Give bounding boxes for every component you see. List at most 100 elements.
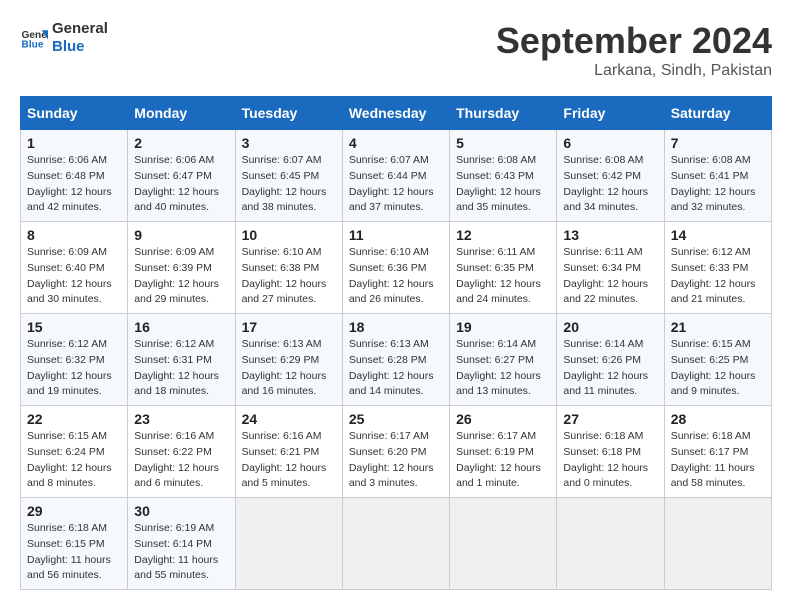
day-number: 5 (456, 135, 550, 151)
day-info: Sunrise: 6:07 AMSunset: 6:45 PMDaylight:… (242, 153, 336, 216)
calendar-cell: 30 Sunrise: 6:19 AMSunset: 6:14 PMDayligh… (128, 498, 235, 590)
calendar-cell: 20Sunrise: 6:14 AMSunset: 6:26 PMDayligh… (557, 314, 664, 406)
day-number: 1 (27, 135, 121, 151)
day-info: Sunrise: 6:16 AMSunset: 6:22 PMDaylight:… (134, 429, 228, 492)
logo-line2: Blue (52, 38, 108, 56)
month-title: September 2024 (496, 20, 772, 62)
calendar-cell: 11 Sunrise: 6:10 AMSunset: 6:36 PMDayligh… (342, 222, 449, 314)
calendar-cell: 28 Sunrise: 6:18 AMSunset: 6:17 PMDayligh… (664, 406, 771, 498)
day-info: Sunrise: 6:13 AMSunset: 6:29 PMDaylight:… (242, 337, 336, 400)
calendar-cell: 8Sunrise: 6:09 AMSunset: 6:40 PMDaylight… (21, 222, 128, 314)
calendar-cell: 6 Sunrise: 6:08 AMSunset: 6:42 PMDaylight… (557, 130, 664, 222)
day-number: 23 (134, 411, 228, 427)
day-number: 26 (456, 411, 550, 427)
day-info: Sunrise: 6:12 AMSunset: 6:32 PMDaylight:… (27, 337, 121, 400)
calendar-week-3: 15 Sunrise: 6:12 AMSunset: 6:32 PMDayligh… (21, 314, 772, 406)
day-number: 7 (671, 135, 765, 151)
day-number: 12 (456, 227, 550, 243)
calendar-cell: 10 Sunrise: 6:10 AMSunset: 6:38 PMDayligh… (235, 222, 342, 314)
day-number: 30 (134, 503, 228, 519)
day-info: Sunrise: 6:18 AMSunset: 6:15 PMDaylight:… (27, 521, 121, 584)
calendar-week-5: 29 Sunrise: 6:18 AMSunset: 6:15 PMDayligh… (21, 498, 772, 590)
day-info: Sunrise: 6:06 AMSunset: 6:48 PMDaylight:… (27, 153, 121, 216)
day-number: 6 (563, 135, 657, 151)
calendar-cell: 9 Sunrise: 6:09 AMSunset: 6:39 PMDaylight… (128, 222, 235, 314)
calendar-week-4: 22 Sunrise: 6:15 AMSunset: 6:24 PMDayligh… (21, 406, 772, 498)
day-number: 11 (349, 227, 443, 243)
calendar-cell: 22 Sunrise: 6:15 AMSunset: 6:24 PMDayligh… (21, 406, 128, 498)
calendar-cell: 18 Sunrise: 6:13 AMSunset: 6:28 PMDayligh… (342, 314, 449, 406)
day-number: 28 (671, 411, 765, 427)
calendar-cell: 5 Sunrise: 6:08 AMSunset: 6:43 PMDaylight… (450, 130, 557, 222)
day-number: 18 (349, 319, 443, 335)
day-info: Sunrise: 6:06 AMSunset: 6:47 PMDaylight:… (134, 153, 228, 216)
calendar-table: SundayMondayTuesdayWednesdayThursdayFrid… (20, 96, 772, 590)
calendar-cell: 24 Sunrise: 6:16 AMSunset: 6:21 PMDayligh… (235, 406, 342, 498)
calendar-cell (450, 498, 557, 590)
day-info: Sunrise: 6:10 AMSunset: 6:38 PMDaylight:… (242, 245, 336, 308)
calendar-cell (235, 498, 342, 590)
day-number: 9 (134, 227, 228, 243)
calendar-cell (342, 498, 449, 590)
location-subtitle: Larkana, Sindh, Pakistan (496, 62, 772, 80)
day-number: 3 (242, 135, 336, 151)
day-info: Sunrise: 6:17 AMSunset: 6:20 PMDaylight:… (349, 429, 443, 492)
calendar-cell: 16Sunrise: 6:12 AMSunset: 6:31 PMDayligh… (128, 314, 235, 406)
calendar-cell: 13 Sunrise: 6:11 AMSunset: 6:34 PMDayligh… (557, 222, 664, 314)
day-info: Sunrise: 6:07 AMSunset: 6:44 PMDaylight:… (349, 153, 443, 216)
day-number: 24 (242, 411, 336, 427)
calendar-cell: 26 Sunrise: 6:17 AMSunset: 6:19 PMDayligh… (450, 406, 557, 498)
day-info: Sunrise: 6:09 AMSunset: 6:40 PMDaylight:… (27, 245, 121, 308)
day-number: 4 (349, 135, 443, 151)
svg-text:Blue: Blue (22, 39, 44, 50)
calendar-cell: 29 Sunrise: 6:18 AMSunset: 6:15 PMDayligh… (21, 498, 128, 590)
day-number: 27 (563, 411, 657, 427)
day-info: Sunrise: 6:08 AMSunset: 6:41 PMDaylight:… (671, 153, 765, 216)
header-day-monday: Monday (128, 97, 235, 130)
day-number: 29 (27, 503, 121, 519)
day-info: Sunrise: 6:09 AMSunset: 6:39 PMDaylight:… (134, 245, 228, 308)
calendar-body: 1 Sunrise: 6:06 AMSunset: 6:48 PMDaylight… (21, 130, 772, 590)
day-number: 13 (563, 227, 657, 243)
day-number: 14 (671, 227, 765, 243)
day-info: Sunrise: 6:11 AMSunset: 6:35 PMDaylight:… (456, 245, 550, 308)
day-number: 16 (134, 319, 228, 335)
day-info: Sunrise: 6:08 AMSunset: 6:43 PMDaylight:… (456, 153, 550, 216)
day-info: Sunrise: 6:18 AMSunset: 6:17 PMDaylight:… (671, 429, 765, 492)
logo-line1: General (52, 20, 108, 38)
day-info: Sunrise: 6:19 AMSunset: 6:14 PMDaylight:… (134, 521, 228, 584)
day-info: Sunrise: 6:15 AMSunset: 6:25 PMDaylight:… (671, 337, 765, 400)
day-number: 17 (242, 319, 336, 335)
day-info: Sunrise: 6:15 AMSunset: 6:24 PMDaylight:… (27, 429, 121, 492)
day-info: Sunrise: 6:17 AMSunset: 6:19 PMDaylight:… (456, 429, 550, 492)
day-number: 19 (456, 319, 550, 335)
day-number: 15 (27, 319, 121, 335)
day-number: 10 (242, 227, 336, 243)
calendar-cell: 23 Sunrise: 6:16 AMSunset: 6:22 PMDayligh… (128, 406, 235, 498)
header-day-thursday: Thursday (450, 97, 557, 130)
calendar-cell: 25 Sunrise: 6:17 AMSunset: 6:20 PMDayligh… (342, 406, 449, 498)
title-block: September 2024 Larkana, Sindh, Pakistan (496, 20, 772, 80)
calendar-header-row: SundayMondayTuesdayWednesdayThursdayFrid… (21, 97, 772, 130)
day-info: Sunrise: 6:13 AMSunset: 6:28 PMDaylight:… (349, 337, 443, 400)
day-info: Sunrise: 6:11 AMSunset: 6:34 PMDaylight:… (563, 245, 657, 308)
day-number: 22 (27, 411, 121, 427)
day-info: Sunrise: 6:10 AMSunset: 6:36 PMDaylight:… (349, 245, 443, 308)
calendar-cell: 2Sunrise: 6:06 AMSunset: 6:47 PMDaylight… (128, 130, 235, 222)
header-day-wednesday: Wednesday (342, 97, 449, 130)
calendar-cell: 15 Sunrise: 6:12 AMSunset: 6:32 PMDayligh… (21, 314, 128, 406)
day-info: Sunrise: 6:16 AMSunset: 6:21 PMDaylight:… (242, 429, 336, 492)
calendar-cell (557, 498, 664, 590)
calendar-cell (664, 498, 771, 590)
day-number: 25 (349, 411, 443, 427)
day-info: Sunrise: 6:14 AMSunset: 6:27 PMDaylight:… (456, 337, 550, 400)
calendar-cell: 7 Sunrise: 6:08 AMSunset: 6:41 PMDaylight… (664, 130, 771, 222)
calendar-cell: 14Sunrise: 6:12 AMSunset: 6:33 PMDayligh… (664, 222, 771, 314)
logo: General Blue General Blue (20, 20, 108, 56)
calendar-cell: 17 Sunrise: 6:13 AMSunset: 6:29 PMDayligh… (235, 314, 342, 406)
calendar-cell: 27Sunrise: 6:18 AMSunset: 6:18 PMDayligh… (557, 406, 664, 498)
day-number: 20 (563, 319, 657, 335)
calendar-cell: 3 Sunrise: 6:07 AMSunset: 6:45 PMDaylight… (235, 130, 342, 222)
calendar-cell: 12 Sunrise: 6:11 AMSunset: 6:35 PMDayligh… (450, 222, 557, 314)
day-info: Sunrise: 6:08 AMSunset: 6:42 PMDaylight:… (563, 153, 657, 216)
